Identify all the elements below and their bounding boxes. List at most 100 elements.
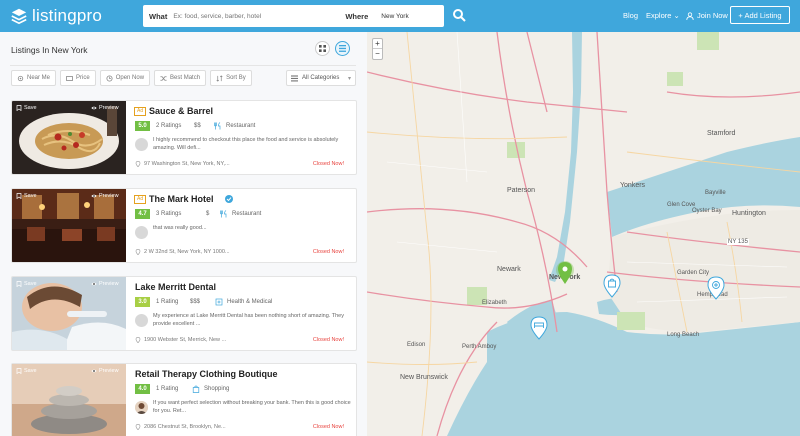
shopping-bag-icon <box>192 385 200 393</box>
listing-card[interactable]: Save Preview Ad Sauce & Barrel 5.0 2 Rat… <box>11 100 357 175</box>
search-where-input[interactable] <box>381 12 442 20</box>
map-marker-hotel[interactable] <box>529 316 549 340</box>
user-photo-icon <box>135 401 148 414</box>
map-label-ny-135: NY 135 <box>727 239 749 245</box>
map-marker-cluster[interactable] <box>555 260 575 286</box>
list-view-button[interactable] <box>335 41 350 56</box>
rating-count: 2 Ratings <box>156 123 182 129</box>
preview-label: Preview <box>99 193 119 199</box>
listing-card[interactable]: Save Preview Ad The Mark Hotel 4.7 3 Rat… <box>11 188 357 263</box>
filter-price[interactable]: Price <box>60 70 96 86</box>
page-title: Listings In New York <box>11 45 88 55</box>
logo[interactable]: listingpro <box>10 6 102 26</box>
grid-view-button[interactable] <box>315 41 330 56</box>
add-listing-button[interactable]: + Add Listing <box>730 6 790 24</box>
bookmark-icon <box>16 193 22 199</box>
save-button[interactable]: Save <box>16 105 37 111</box>
preview-button[interactable]: Preview <box>91 368 119 374</box>
user-icon <box>686 11 694 20</box>
category-label: Restaurant <box>226 123 256 129</box>
filter-open-now[interactable]: Open Now <box>99 70 151 86</box>
preview-button[interactable]: Preview <box>91 105 119 111</box>
status-badge: Closed Now! <box>312 337 344 343</box>
save-button[interactable]: Save <box>16 193 37 199</box>
grid-icon <box>319 45 326 52</box>
listing-photo-hotel[interactable] <box>12 189 126 263</box>
hospital-icon <box>215 298 223 306</box>
search-what-input[interactable] <box>173 12 344 20</box>
nav-explore[interactable]: Explore ⌄ <box>646 11 680 20</box>
listing-panel: Listings In New York Near Me Price Open … <box>0 32 367 436</box>
avatar <box>135 138 148 151</box>
listing-title[interactable]: Lake Merritt Dental <box>135 282 216 292</box>
listing-photo-stones[interactable] <box>12 364 126 436</box>
search-box: What Where <box>143 5 444 27</box>
top-header: listingpro What Where Blog Explore ⌄ Joi… <box>0 0 800 32</box>
price-level: $ <box>206 211 210 217</box>
map-label-yonkers: Yonkers <box>620 182 646 189</box>
map-view[interactable]: Paterson Yonkers Stamford Huntington New… <box>367 32 800 436</box>
save-label: Save <box>24 368 37 374</box>
preview-label: Preview <box>99 105 119 111</box>
review-snippet: that was really good... <box>153 225 207 231</box>
category-label: Shopping <box>204 386 230 392</box>
review-snippet: My experience at Lake Merritt Dental has… <box>153 313 344 327</box>
save-label: Save <box>24 193 37 199</box>
ad-badge: Ad <box>134 107 147 116</box>
map-marker-shopping[interactable] <box>602 274 622 298</box>
category-select-value: All Categories <box>302 75 340 81</box>
map-label-elizabeth: Elizabeth <box>482 300 507 306</box>
money-icon <box>66 75 73 81</box>
listing-title[interactable]: Sauce & Barrel <box>149 106 213 116</box>
category-link[interactable]: Health & Medical <box>215 298 272 306</box>
category-select[interactable]: All Categories ▾ <box>286 70 356 86</box>
clock-icon <box>106 74 113 82</box>
zoom-in-button[interactable]: + <box>373 39 382 49</box>
category-link[interactable]: Restaurant <box>214 122 255 130</box>
eye-icon <box>91 369 97 373</box>
listing-title[interactable]: The Mark Hotel <box>149 194 214 204</box>
status-badge: Closed Now! <box>312 161 344 167</box>
listing-photo-pasta[interactable] <box>12 101 126 175</box>
save-button[interactable]: Save <box>16 281 37 287</box>
price-level: $$$ <box>190 299 201 305</box>
preview-button[interactable]: Preview <box>91 193 119 199</box>
category-link[interactable]: Shopping <box>192 385 229 393</box>
filter-near-me[interactable]: Near Me <box>11 70 57 86</box>
listing-photo-dental[interactable] <box>12 277 126 351</box>
card-body: Ad Sauce & Barrel 5.0 2 Ratings $$ Resta… <box>134 101 354 174</box>
save-button[interactable]: Save <box>16 368 37 374</box>
map-label-edison: Edison <box>407 342 426 348</box>
bookmark-icon <box>16 368 22 374</box>
ad-badge: Ad <box>134 195 147 204</box>
nav-blog[interactable]: Blog <box>623 11 638 20</box>
map-label-long-beach: Long Beach <box>667 332 700 338</box>
save-label: Save <box>24 281 37 287</box>
filter-best-match[interactable]: Best Match <box>154 70 207 86</box>
category-link[interactable]: Restaurant <box>220 210 261 218</box>
status-badge: Closed Now! <box>312 249 344 255</box>
rating-badge: 5.0 <box>135 121 150 131</box>
list-icon <box>339 45 346 52</box>
map-label-oyster-bay: Oyster Bay <box>692 208 722 214</box>
rating-count: 3 Ratings <box>156 211 182 217</box>
restaurant-icon <box>220 210 227 218</box>
search-icon[interactable] <box>452 8 466 22</box>
rating-badge: 4.0 <box>135 384 150 394</box>
search-where-label: Where <box>345 11 369 21</box>
filter-near-me-label: Near Me <box>27 75 51 81</box>
filter-open-now-label: Open Now <box>115 75 145 81</box>
zoom-out-button[interactable]: − <box>373 49 382 59</box>
nav-join[interactable]: Join Now <box>686 11 728 20</box>
preview-button[interactable]: Preview <box>91 281 119 287</box>
map-label-garden-city: Garden City <box>677 270 710 276</box>
map-marker-health[interactable] <box>706 276 726 300</box>
filter-sort-by[interactable]: Sort By <box>210 70 252 86</box>
listing-card[interactable]: Save Preview Retail Therapy Clothing Bou… <box>11 363 357 436</box>
listing-title[interactable]: Retail Therapy Clothing Boutique <box>135 369 278 379</box>
eye-icon <box>91 194 97 198</box>
map-label-perth-amboy: Perth Amboy <box>462 344 497 350</box>
listing-card[interactable]: Save Preview Lake Merritt Dental 3.0 1 R… <box>11 276 357 351</box>
bookmark-icon <box>16 281 22 287</box>
bookmark-icon <box>16 105 22 111</box>
